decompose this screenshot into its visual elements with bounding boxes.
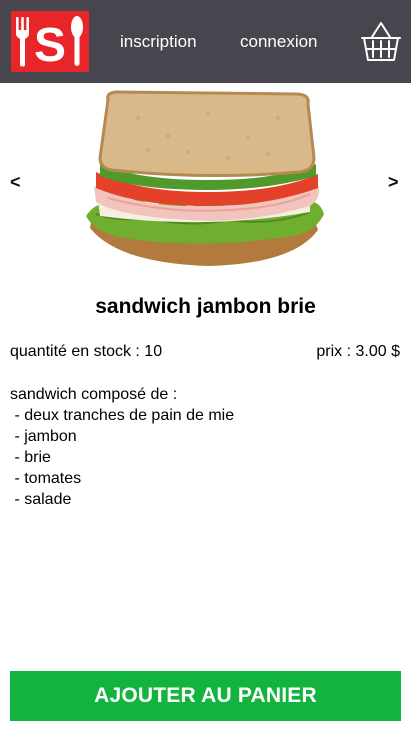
product-description: sandwich composé de : - deux tranches de… xyxy=(10,384,234,510)
product-title: sandwich jambon brie xyxy=(95,295,316,318)
carousel-prev-button[interactable]: < xyxy=(10,172,21,192)
product-price: prix : 3.00 $ xyxy=(316,343,400,360)
nav-inscription-link[interactable]: inscription xyxy=(120,31,197,53)
add-to-cart-button[interactable]: AJOUTER AU PANIER xyxy=(10,671,401,721)
logo-icon[interactable]: S xyxy=(11,11,89,72)
svg-text:S: S xyxy=(34,19,66,72)
app-header: S inscription connexion xyxy=(0,0,411,83)
description-line: - jambon xyxy=(10,428,77,445)
description-line: - tomates xyxy=(10,470,82,487)
carousel-next-button[interactable]: > xyxy=(388,172,399,192)
stock-quantity: quantité en stock : 10 xyxy=(10,343,163,360)
product-carousel: < > xyxy=(0,88,411,273)
description-line: - salade xyxy=(10,491,72,508)
nav-connexion-link[interactable]: connexion xyxy=(240,31,318,53)
description-line: - brie xyxy=(10,449,51,466)
description-line: - deux tranches de pain de mie xyxy=(10,407,235,424)
description-line: sandwich composé de : xyxy=(10,386,178,403)
basket-icon[interactable] xyxy=(359,20,403,64)
sandwich-image xyxy=(78,88,330,270)
fork-s-spoon-logo-icon: S xyxy=(16,16,83,72)
